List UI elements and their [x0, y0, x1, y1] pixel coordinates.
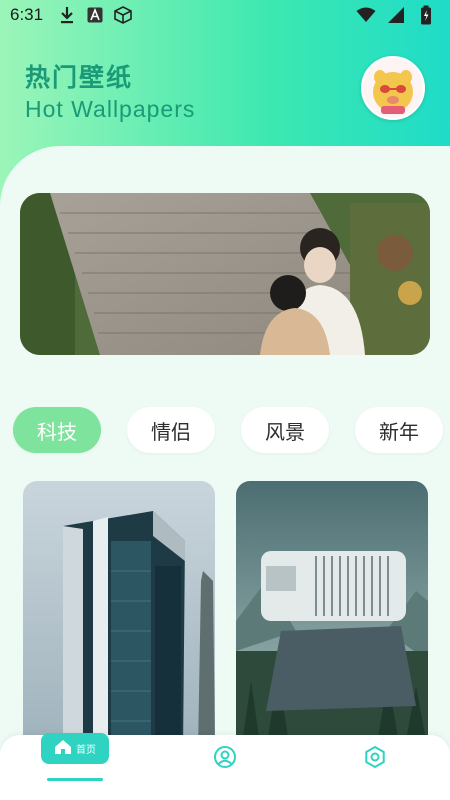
status-right — [350, 5, 440, 25]
wallpaper-card[interactable] — [236, 481, 428, 751]
nav-active-indicator — [47, 778, 103, 781]
download-icon — [57, 5, 77, 25]
signal-icon — [386, 5, 406, 25]
tab-fengjing[interactable]: 风景 — [241, 407, 329, 453]
text-app-icon — [85, 5, 105, 25]
wallpaper-card[interactable] — [23, 481, 215, 751]
tab-xinnian[interactable]: 新年 — [355, 407, 443, 453]
page-title: 热门壁纸 — [25, 63, 134, 92]
banner-image[interactable] — [20, 193, 430, 355]
profile-icon[interactable] — [212, 744, 238, 770]
battery-icon — [416, 5, 436, 25]
cube-icon — [113, 5, 133, 25]
page-subtitle: Hot Wallpapers — [25, 96, 196, 122]
status-bar: 6:31 — [0, 0, 450, 30]
avatar[interactable] — [361, 56, 425, 120]
tab-keji[interactable]: 科技 — [13, 407, 101, 453]
status-time: 6:31 — [10, 5, 44, 24]
category-tabs: 科技 情侣 风景 新年 — [0, 407, 450, 455]
avatar-image — [363, 58, 423, 118]
home-icon — [54, 739, 72, 758]
settings-icon[interactable] — [362, 744, 388, 770]
wifi-icon — [356, 5, 376, 25]
tab-qinglv[interactable]: 情侣 — [127, 407, 215, 453]
nav-home-button[interactable]: 首页 — [41, 733, 109, 764]
nav-home-label: 首页 — [76, 745, 96, 756]
